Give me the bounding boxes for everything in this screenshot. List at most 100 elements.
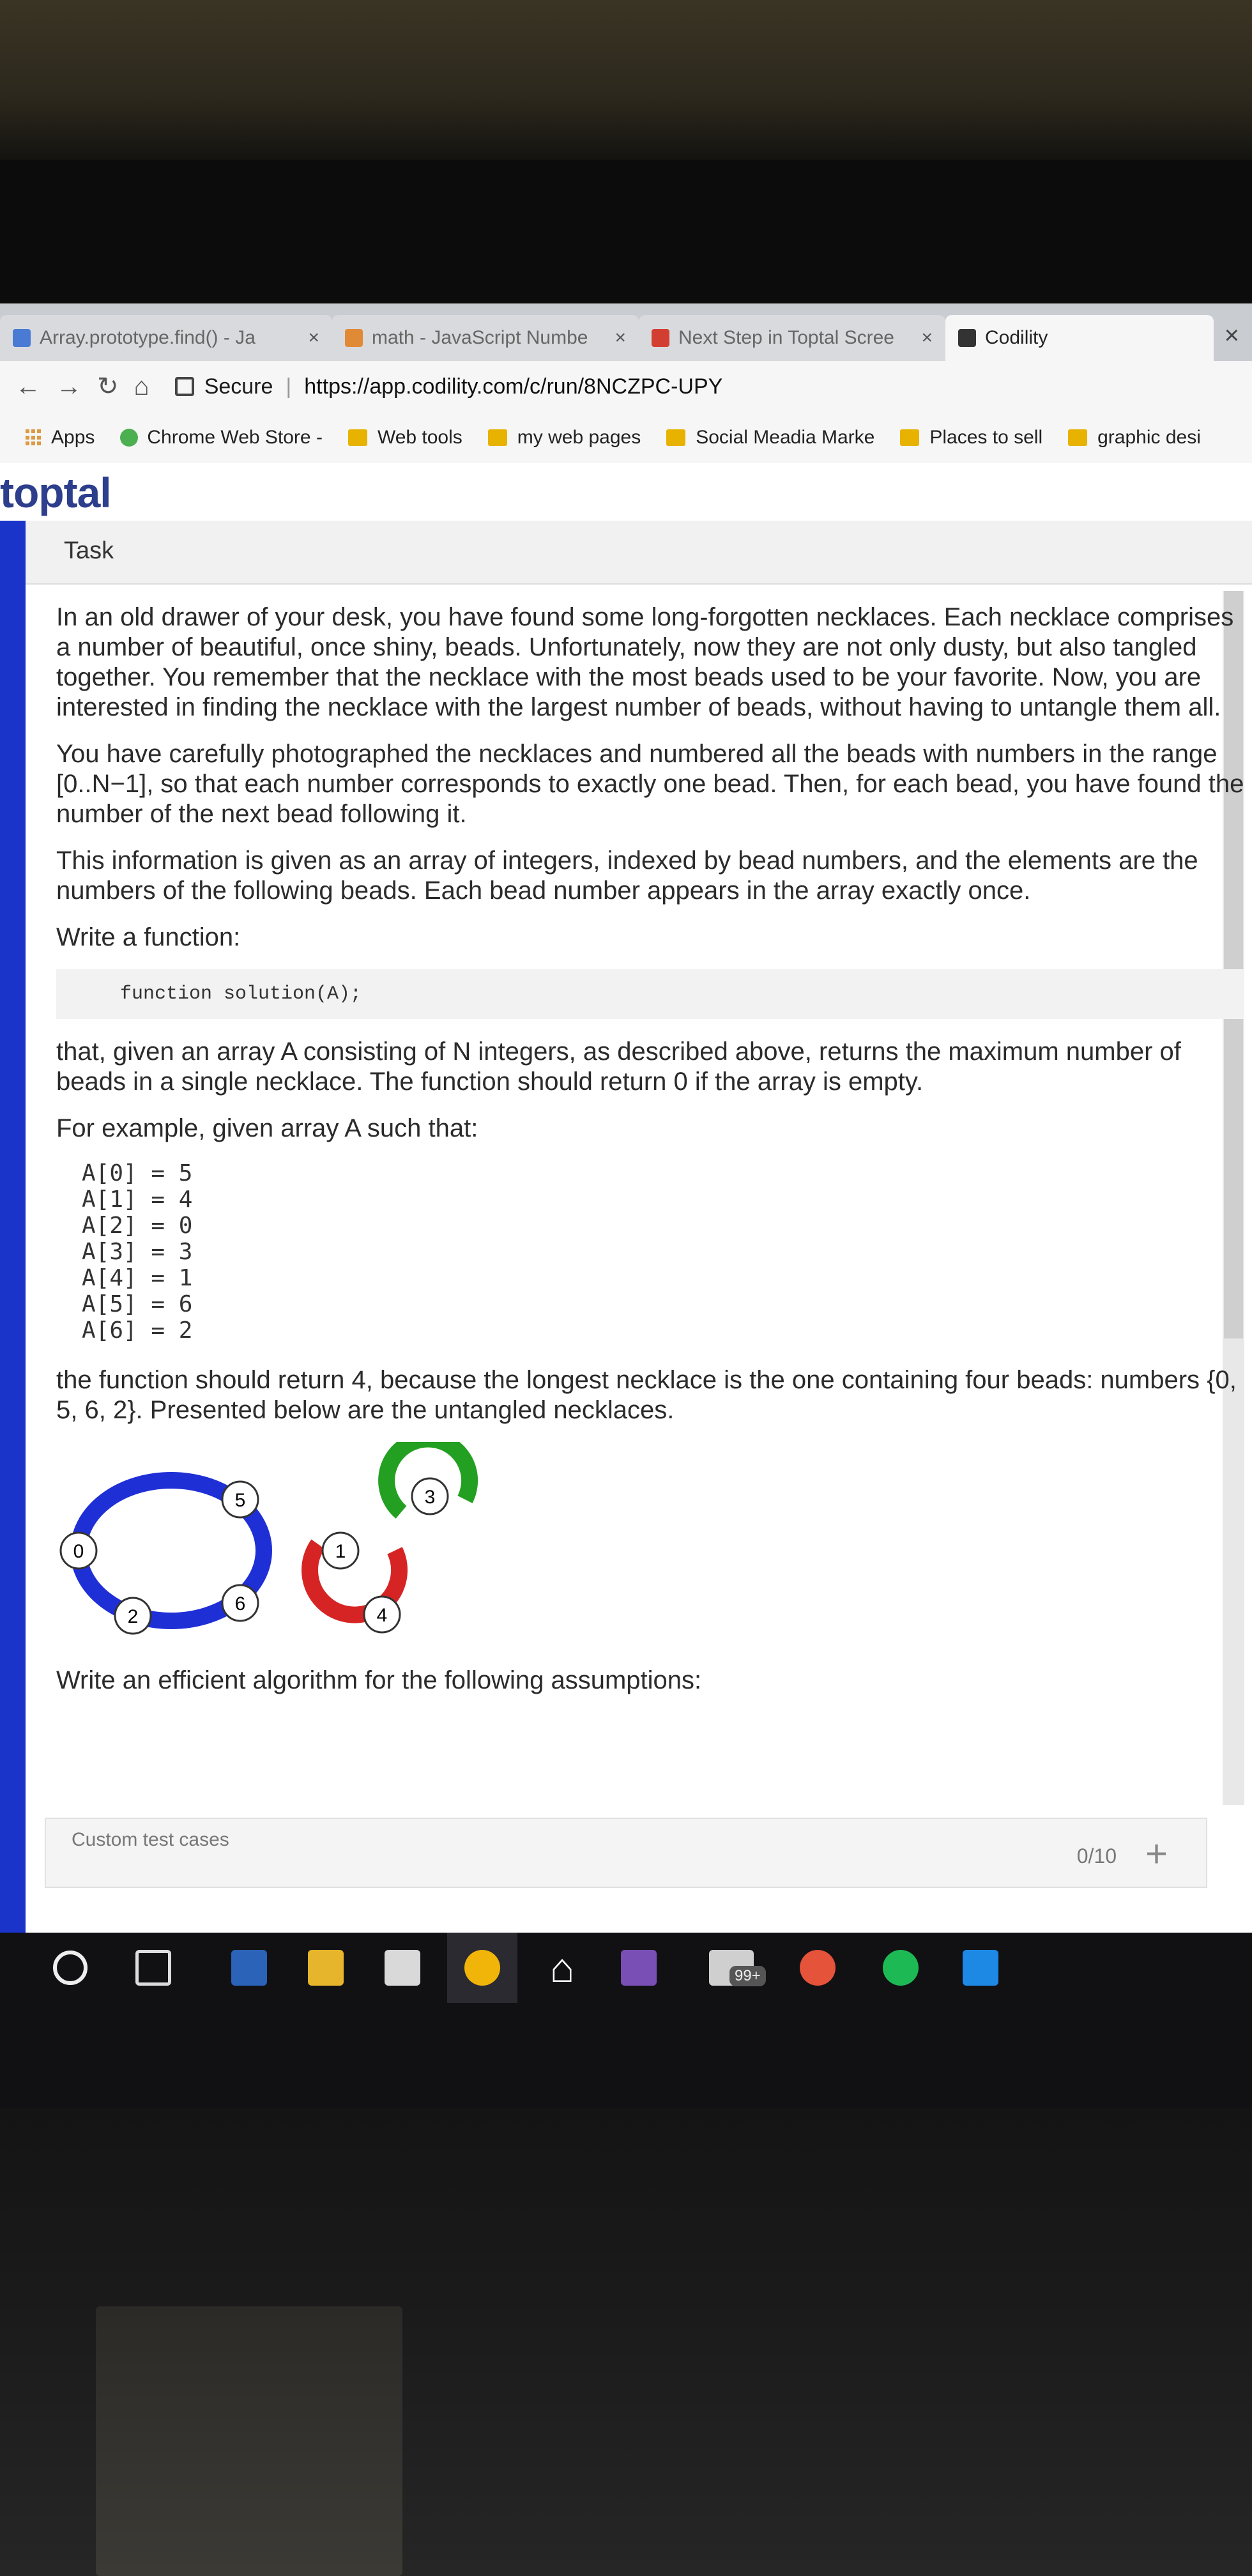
home-icon[interactable]: ⌂ <box>530 1933 594 2003</box>
media-icon[interactable] <box>607 1933 671 2003</box>
svg-text:3: 3 <box>425 1487 436 1508</box>
lock-icon <box>174 377 194 396</box>
bookmark-label: Web tools <box>377 427 462 448</box>
reload-icon[interactable]: ↻ <box>97 372 119 401</box>
window-close-icon[interactable]: × <box>1225 321 1239 350</box>
chrome-icon[interactable] <box>447 1933 517 2003</box>
folder-icon <box>487 429 507 446</box>
windows-taskbar: ⌂ 99+ <box>0 1933 1252 2108</box>
bookmark-label: Social Meadia Marke <box>696 427 875 448</box>
close-icon[interactable]: × <box>615 327 626 349</box>
bookmark-web-tools[interactable]: Web tools <box>347 427 462 448</box>
folder-icon <box>347 429 367 446</box>
chrome-store-icon <box>120 429 139 447</box>
array-line: A[6] = 2 <box>82 1317 193 1344</box>
bookmark-chrome-web-store[interactable]: Chrome Web Store - <box>120 427 323 448</box>
tab-label: math - JavaScript Numbe <box>372 327 588 348</box>
codility-icon <box>958 329 976 347</box>
file-explorer-icon[interactable] <box>294 1933 358 2003</box>
tab-strip: Array.prototype.find() - Ja × math - Jav… <box>0 303 1252 361</box>
bookmark-my-web-pages[interactable]: my web pages <box>487 427 641 448</box>
notification-badge: 99+ <box>729 1966 766 1986</box>
task-paragraph: This information is given as an array of… <box>56 847 1198 905</box>
svg-text:1: 1 <box>335 1541 346 1562</box>
secure-label: Secure <box>204 374 273 399</box>
bookmark-places-to-sell[interactable]: Places to sell <box>900 427 1042 448</box>
task-paragraph: that, given an array A consisting of N i… <box>56 1038 1181 1096</box>
svg-text:4: 4 <box>377 1605 388 1626</box>
tab-array-find[interactable]: Array.prototype.find() - Ja × <box>0 315 332 361</box>
folder-icon <box>1068 429 1088 446</box>
array-line: A[4] = 1 <box>82 1265 193 1291</box>
bookmark-graphic-design[interactable]: graphic desi <box>1068 427 1201 448</box>
svg-text:0: 0 <box>73 1541 84 1562</box>
array-line: A[5] = 6 <box>82 1291 193 1317</box>
tab-math[interactable]: math - JavaScript Numbe × <box>332 315 639 361</box>
task-paragraph: You have carefully photographed the neck… <box>56 740 1244 828</box>
url-input[interactable]: https://app.codility.com/c/run/8NCZPC-UP… <box>304 374 722 399</box>
toptal-logo[interactable]: toptal <box>0 468 112 517</box>
custom-test-cases-panel[interactable]: Custom test cases 0/10 + <box>45 1818 1207 1888</box>
home-icon[interactable]: ⌂ <box>134 372 149 401</box>
array-line: A[2] = 0 <box>82 1213 193 1239</box>
close-icon[interactable]: × <box>308 327 319 349</box>
mail-icon[interactable]: 99+ <box>690 1933 773 2003</box>
cortana-circle-icon[interactable] <box>38 1933 102 2003</box>
task-description: In an old drawer of your desk, you have … <box>56 602 1244 1712</box>
bead-1: 1 <box>321 1531 360 1570</box>
bookmark-label: Places to sell <box>929 427 1043 448</box>
bead-5: 5 <box>221 1480 259 1519</box>
left-sidebar <box>0 521 26 1933</box>
task-header[interactable]: Task <box>26 521 1252 585</box>
bookmark-label: graphic desi <box>1097 427 1201 448</box>
test-case-count: 0/10 <box>1076 1844 1117 1867</box>
svg-text:5: 5 <box>235 1490 246 1511</box>
gmail-icon <box>652 329 669 347</box>
bookmark-apps[interactable]: Apps <box>26 427 95 448</box>
stackoverflow-icon <box>345 329 363 347</box>
store-icon[interactable] <box>370 1933 434 2003</box>
add-test-case-button[interactable]: + <box>1145 1832 1168 1876</box>
svg-text:2: 2 <box>128 1606 139 1627</box>
back-icon[interactable]: ← <box>15 372 41 401</box>
folder-icon <box>666 429 686 446</box>
apps-grid-icon <box>26 429 42 446</box>
tab-codility[interactable]: Codility <box>945 315 1214 361</box>
assumptions-heading: Write an efficient algorithm for the fol… <box>56 1666 702 1694</box>
bookmark-label: my web pages <box>517 427 641 448</box>
bead-6: 6 <box>221 1584 259 1622</box>
task-paragraph: In an old drawer of your desk, you have … <box>56 603 1234 721</box>
bead-2: 2 <box>114 1597 152 1635</box>
bead-3: 3 <box>411 1477 449 1515</box>
array-line: A[3] = 3 <box>82 1239 193 1265</box>
bookmark-social-media[interactable]: Social Meadia Marke <box>666 427 874 448</box>
tab-toptal-screen[interactable]: Next Step in Toptal Scree × <box>639 315 945 361</box>
tab-label: Codility <box>985 327 1048 348</box>
background-wall <box>0 0 1252 160</box>
array-line: A[0] = 5 <box>82 1160 193 1186</box>
address-separator: | <box>286 374 292 399</box>
task-panel: Task In an old drawer of your desk, you … <box>26 521 1252 1933</box>
bookmark-label: Apps <box>51 427 95 448</box>
folder-icon <box>900 429 920 446</box>
array-example: A[0] = 5 A[1] = 4 A[2] = 0 A[3] = 3 A[4] = 1… <box>82 1160 1244 1344</box>
necklace-diagram: 0 5 6 2 1 4 3 <box>59 1442 478 1635</box>
task-view-icon[interactable] <box>121 1933 185 2003</box>
camera-icon[interactable] <box>786 1933 850 2003</box>
spotify-icon[interactable] <box>869 1933 933 2003</box>
bookmarks-bar: Apps Chrome Web Store - Web tools my web… <box>0 412 1252 464</box>
bead-4: 4 <box>363 1595 401 1634</box>
monitor-bezel-top <box>0 160 1252 303</box>
task-paragraph: For example, given array A such that: <box>56 1114 478 1142</box>
mdn-icon <box>13 329 31 347</box>
tab-label: Next Step in Toptal Scree <box>678 327 894 348</box>
vscode-icon[interactable] <box>945 1933 1016 2003</box>
forward-icon[interactable]: → <box>56 372 82 401</box>
monitor-screen: Array.prototype.find() - Ja × math - Jav… <box>0 303 1252 2108</box>
task-paragraph: Write a function: <box>56 923 241 951</box>
bookmark-label: Chrome Web Store - <box>147 427 323 448</box>
function-signature: function solution(A); <box>56 969 1244 1019</box>
tab-label: Array.prototype.find() - Ja <box>40 327 256 348</box>
close-icon[interactable]: × <box>921 327 933 349</box>
powershell-icon[interactable] <box>217 1933 281 2003</box>
